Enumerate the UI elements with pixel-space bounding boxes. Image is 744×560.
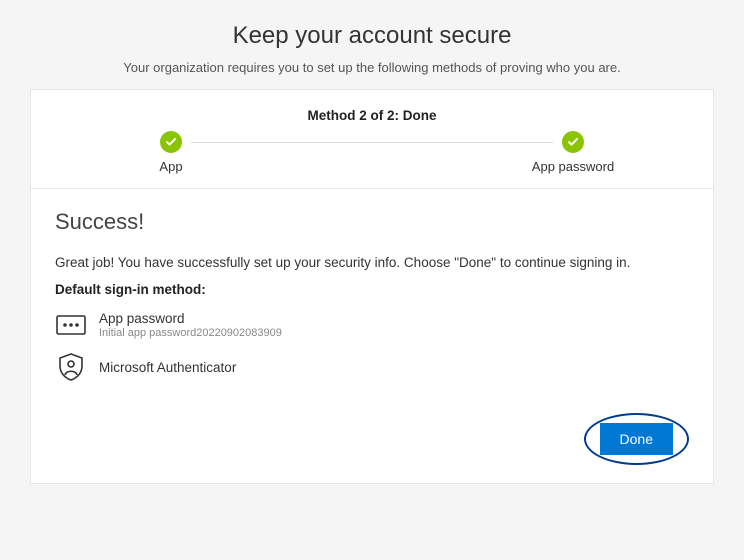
- page-subtitle: Your organization requires you to set up…: [0, 60, 744, 75]
- checkmark-icon: [160, 131, 182, 153]
- button-row: Done: [55, 395, 689, 465]
- password-icon: [55, 313, 87, 337]
- done-button[interactable]: Done: [600, 423, 673, 455]
- stepper: App App password: [31, 131, 713, 188]
- step-app: App: [111, 131, 231, 174]
- method-name: Microsoft Authenticator: [99, 360, 236, 375]
- method-subtext: Initial app password20220902083909: [99, 327, 282, 339]
- method-row-app-password: App password Initial app password2022090…: [55, 311, 689, 339]
- setup-card: Method 2 of 2: Done App App password Suc…: [30, 89, 714, 484]
- checkmark-icon: [562, 131, 584, 153]
- step-connector: [191, 142, 553, 143]
- step-app-password: App password: [513, 131, 633, 174]
- page-title: Keep your account secure: [0, 0, 744, 50]
- method-row-authenticator: Microsoft Authenticator: [55, 355, 689, 379]
- method-progress-text: Method 2 of 2: Done: [31, 90, 713, 131]
- content-area: Success! Great job! You have successfull…: [31, 189, 713, 483]
- authenticator-icon: [55, 355, 87, 379]
- step-label: App: [159, 159, 182, 174]
- default-method-label: Default sign-in method:: [55, 282, 689, 297]
- method-name: App password: [99, 311, 282, 326]
- step-label: App password: [532, 159, 614, 174]
- highlight-ring: Done: [584, 413, 689, 465]
- success-title: Success!: [55, 209, 689, 235]
- success-message: Great job! You have successfully set up …: [55, 255, 689, 270]
